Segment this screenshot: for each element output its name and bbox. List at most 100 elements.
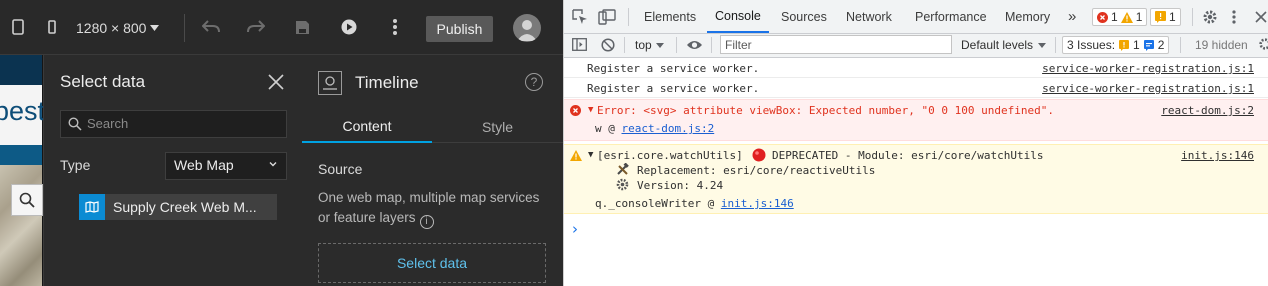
map-search-icon[interactable] bbox=[11, 184, 43, 216]
select-data-button[interactable]: Select data bbox=[318, 243, 546, 283]
experience-builder-app: 1280 × 800 Publish pest Select data Sear… bbox=[0, 0, 563, 286]
chevron-down-icon bbox=[655, 42, 664, 48]
console-log-row: Register a service worker. service-worke… bbox=[564, 78, 1268, 98]
devtools-tab-bar: Elements Console Sources Network Perform… bbox=[564, 0, 1268, 34]
type-label: Type bbox=[60, 157, 91, 173]
console-settings-gear-icon[interactable] bbox=[1258, 37, 1268, 54]
issues-counter[interactable]: 3 Issues: 1 2 bbox=[1062, 36, 1170, 54]
warning-version: Version: 4.24 bbox=[637, 179, 724, 192]
error-warning-badge[interactable]: 1 1 bbox=[1092, 8, 1148, 26]
help-icon[interactable]: ? bbox=[525, 73, 543, 91]
issue-badge-count: 1 bbox=[1169, 10, 1176, 24]
live-expression-eye-icon[interactable] bbox=[686, 39, 703, 54]
error-stack-frame: w @ react-dom.js:2 bbox=[595, 122, 714, 135]
tab-network[interactable]: Network bbox=[846, 0, 892, 33]
map-title-text: pest bbox=[0, 96, 46, 126]
tab-memory[interactable]: Memory bbox=[1005, 0, 1050, 33]
map-divider bbox=[0, 145, 42, 148]
expand-triangle-icon[interactable]: ▼ bbox=[588, 105, 593, 115]
desktop-device-icon[interactable] bbox=[10, 14, 26, 40]
close-devtools-icon[interactable] bbox=[1255, 0, 1267, 33]
info-icon[interactable]: i bbox=[419, 215, 434, 229]
context-select[interactable]: top bbox=[635, 38, 664, 52]
redo-icon[interactable] bbox=[246, 14, 266, 40]
info-flag-icon bbox=[1143, 39, 1154, 51]
screen-size-select[interactable]: 1280 × 800 bbox=[76, 18, 160, 38]
publish-button[interactable]: Publish bbox=[426, 16, 493, 42]
timeline-title: Timeline bbox=[355, 73, 419, 92]
warning-replacement: Replacement: esri/core/reactiveUtils bbox=[637, 164, 876, 177]
tab-style[interactable]: Style bbox=[432, 111, 563, 143]
hammer-wrench-icon bbox=[617, 163, 629, 175]
error-icon bbox=[570, 105, 581, 116]
tab-bar-divider bbox=[628, 8, 629, 26]
select-data-panel: Select data Search Type Web Map Supply C… bbox=[43, 55, 303, 286]
warning-icon bbox=[570, 150, 582, 161]
tab-bar-divider bbox=[1192, 8, 1193, 26]
chrome-devtools: Elements Console Sources Network Perform… bbox=[563, 0, 1268, 286]
error-message: Error: <svg> attribute viewBox: Expected… bbox=[597, 104, 1054, 117]
search-input[interactable]: Search bbox=[60, 110, 287, 138]
toolbar-divider bbox=[624, 37, 625, 53]
error-stack-link[interactable]: react-dom.js:2 bbox=[622, 122, 715, 135]
more-vertical-icon[interactable] bbox=[388, 14, 402, 40]
toolbar-divider bbox=[711, 37, 712, 53]
device-toolbar-icon[interactable] bbox=[598, 0, 616, 33]
toolbar-divider bbox=[1055, 37, 1056, 53]
preview-play-icon[interactable] bbox=[340, 14, 358, 40]
inspect-element-icon[interactable] bbox=[572, 0, 588, 33]
more-tabs-button[interactable]: » bbox=[1068, 0, 1076, 33]
type-select[interactable]: Web Map bbox=[165, 152, 287, 180]
timeline-widget-icon bbox=[318, 71, 342, 95]
close-icon[interactable] bbox=[266, 72, 286, 92]
console-warning-row: ▼ [esri.core.watchUtils] DEPRECATED - Mo… bbox=[564, 144, 1268, 214]
web-map-icon bbox=[79, 194, 105, 220]
log-source-link[interactable]: service-worker-registration.js:1 bbox=[1042, 62, 1254, 75]
console-prompt-row[interactable]: › bbox=[564, 218, 1268, 240]
issues-warn-count: 1 bbox=[1133, 38, 1140, 52]
mobile-device-icon[interactable] bbox=[45, 14, 59, 40]
sidebar-toggle-icon[interactable] bbox=[572, 38, 587, 54]
save-icon[interactable] bbox=[293, 14, 311, 40]
chevron-down-icon bbox=[1038, 42, 1047, 48]
user-avatar[interactable] bbox=[513, 14, 541, 42]
hidden-count: 19 hidden bbox=[1195, 38, 1248, 52]
log-message: Register a service worker. bbox=[587, 62, 760, 75]
filter-input[interactable]: Filter bbox=[720, 35, 952, 54]
expand-triangle-icon[interactable]: ▼ bbox=[588, 150, 593, 160]
warning-prefix: [esri.core.watchUtils] bbox=[597, 149, 743, 162]
gear-emoji-icon bbox=[616, 178, 629, 191]
tab-performance[interactable]: Performance bbox=[915, 0, 987, 33]
tab-sources[interactable]: Sources bbox=[781, 0, 827, 33]
tab-elements[interactable]: Elements bbox=[644, 0, 696, 33]
source-heading: Source bbox=[318, 161, 363, 177]
tab-console[interactable]: Console bbox=[707, 0, 769, 33]
issue-flag-icon bbox=[1155, 11, 1166, 23]
warning-count: 1 bbox=[1135, 10, 1143, 24]
warning-stack-link[interactable]: init.js:146 bbox=[721, 197, 794, 210]
warning-stack-fn: q._consoleWriter @ bbox=[595, 197, 715, 210]
log-levels-select[interactable]: Default levels bbox=[961, 38, 1047, 52]
issues-label: 3 Issues: bbox=[1067, 38, 1116, 52]
tab-content[interactable]: Content bbox=[302, 111, 432, 143]
chevron-down-icon bbox=[150, 25, 160, 31]
error-source-link[interactable]: react-dom.js:2 bbox=[1161, 104, 1254, 117]
map-header-band bbox=[0, 55, 42, 85]
issues-badge[interactable]: 1 bbox=[1150, 8, 1181, 26]
console-log-row: Register a service worker. service-worke… bbox=[564, 58, 1268, 78]
clear-console-icon[interactable] bbox=[601, 38, 615, 55]
error-icon bbox=[1097, 11, 1108, 23]
log-source-link[interactable]: service-worker-registration.js:1 bbox=[1042, 82, 1254, 95]
gear-icon[interactable] bbox=[1202, 0, 1218, 33]
type-select-value: Web Map bbox=[174, 157, 234, 173]
select-data-title: Select data bbox=[60, 72, 146, 91]
undo-icon[interactable] bbox=[201, 14, 221, 40]
search-placeholder: Search bbox=[87, 116, 129, 131]
console-output: Register a service worker. service-worke… bbox=[564, 58, 1268, 286]
search-icon bbox=[68, 117, 82, 131]
error-stack-fn: w @ bbox=[595, 122, 615, 135]
data-item-supply-creek[interactable]: Supply Creek Web M... bbox=[79, 194, 277, 220]
more-vertical-icon[interactable] bbox=[1232, 0, 1236, 33]
console-toolbar: top Filter Default levels 3 Issues: 1 2 … bbox=[564, 34, 1268, 58]
warning-source-link[interactable]: init.js:146 bbox=[1181, 149, 1254, 162]
